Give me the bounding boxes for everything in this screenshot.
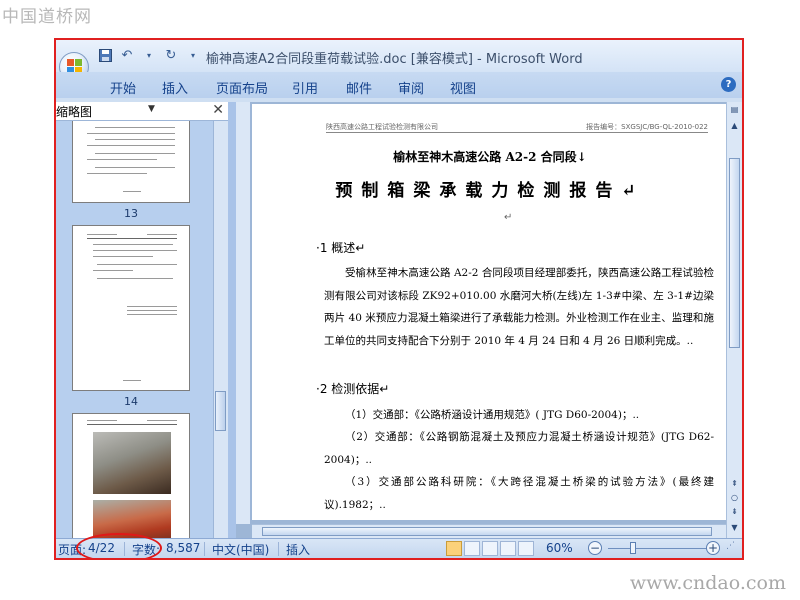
help-icon[interactable]: ? <box>721 77 736 92</box>
tab-references[interactable]: 引用 <box>292 78 318 97</box>
vertical-scrollbar[interactable]: ▤ ▲ ⇞ ○ ⇟ ▼ <box>726 102 742 538</box>
reference-item-2: （2）交通部：《公路钢筋混凝土及预应力混凝土桥涵设计规范》(JTG D62-20… <box>324 431 714 466</box>
customize-toolbar-icon[interactable]: ▾ <box>184 47 202 63</box>
zoom-slider-track[interactable] <box>608 548 708 549</box>
page-thumbnail-15[interactable] <box>72 413 190 544</box>
close-icon[interactable]: ✕ <box>212 102 224 118</box>
word-count-value[interactable]: 8,587 <box>166 541 200 555</box>
tab-mailings[interactable]: 邮件 <box>346 78 372 97</box>
page-header-left: 陕西高速公路工程试验检测有限公司 <box>326 123 438 131</box>
page-thumbnail-13[interactable] <box>72 121 190 203</box>
save-icon[interactable] <box>96 47 114 63</box>
section-2-title: ·2 检测依据↵ <box>316 382 390 396</box>
zoom-in-icon[interactable]: + <box>706 541 720 555</box>
thumbnail-scrollbar[interactable] <box>213 121 228 538</box>
thumbnail-label: 13 <box>124 207 138 220</box>
document-page[interactable]: 陕西高速公路工程试验检测有限公司 报告编号：SXGSJC/BG-QL-2010-… <box>252 104 728 520</box>
tab-page-layout[interactable]: 页面布局 <box>216 78 268 97</box>
page-header-right: 报告编号：SXGSJC/BG-QL-2010-022 <box>586 123 708 131</box>
outline-view-icon[interactable] <box>500 541 516 556</box>
tab-view[interactable]: 视图 <box>450 78 476 97</box>
word-window: ↶ ▾ ↻ ▾ 榆神高速A2合同段重荷载试验.doc [兼容模式] - Micr… <box>54 38 744 560</box>
zoom-slider-thumb[interactable] <box>630 542 636 554</box>
title-bar: ↶ ▾ ↻ ▾ 榆神高速A2合同段重荷载试验.doc [兼容模式] - Micr… <box>56 40 742 72</box>
draft-view-icon[interactable] <box>518 541 534 556</box>
chevron-down-icon[interactable]: ▾ <box>140 47 158 63</box>
scroll-thumb[interactable] <box>262 527 712 536</box>
reference-item-1: （1）交通部：《公路桥涵设计通用规范》( JTG D60-2004)；.. <box>345 409 640 421</box>
header-rule <box>326 132 708 133</box>
thumbnail-list: 13 14 <box>56 121 228 544</box>
zoom-out-icon[interactable]: − <box>588 541 602 555</box>
scroll-up-icon[interactable]: ▲ <box>729 120 740 131</box>
tab-home[interactable]: 开始 <box>110 78 136 97</box>
ruler-toggle-icon[interactable]: ▤ <box>729 104 740 115</box>
watermark-top: 中国道桥网 <box>2 7 92 27</box>
thumbnail-photo <box>93 432 171 494</box>
chevron-down-icon[interactable]: ▼ <box>148 104 155 114</box>
thumbnail-pane: 缩略图 ▼ ✕ 13 14 <box>56 102 228 544</box>
print-layout-view-icon[interactable] <box>446 541 462 556</box>
redo-icon[interactable]: ↻ <box>162 47 180 63</box>
tab-insert[interactable]: 插入 <box>162 78 188 97</box>
section-1-paragraph: 受榆林至神木高速公路 A2-2 合同段项目经理部委托，陕西高速公路工程试验检测有… <box>324 267 714 347</box>
select-browse-object-icon[interactable]: ○ <box>729 492 740 503</box>
resize-grip-icon[interactable]: ⋰ <box>726 541 735 551</box>
language-indicator[interactable]: 中文(中国) <box>212 541 269 558</box>
scroll-down-icon[interactable]: ▼ <box>729 522 740 533</box>
web-layout-view-icon[interactable] <box>482 541 498 556</box>
watermark-bottom: www.cndao.com <box>629 572 786 594</box>
document-heading-2: 预制箱梁承载力检测报告↵ <box>335 181 645 201</box>
document-heading-1: 榆林至神木高速公路 A2-2 合同段↓ <box>393 150 587 164</box>
status-bar: 页面: 4/22 字数: 8,587 中文(中国) 插入 60% − + ⋰ <box>56 533 742 558</box>
annotation-circle <box>76 533 162 558</box>
tab-review[interactable]: 审阅 <box>398 78 424 97</box>
reference-item-3: （3）交通部公路科研院：《大跨径混凝土桥梁的试验方法》(最终建议).1982；.… <box>324 476 714 511</box>
previous-page-icon[interactable]: ⇞ <box>729 478 740 489</box>
undo-icon[interactable]: ↶ <box>118 47 136 63</box>
full-screen-reading-view-icon[interactable] <box>464 541 480 556</box>
thumbnail-label: 14 <box>124 395 138 408</box>
paragraph-mark: ↵ <box>504 212 513 223</box>
thumbnail-pane-title: 缩略图 <box>56 105 93 119</box>
ribbon-tabs: 开始 插入 页面布局 引用 邮件 审阅 视图 ? <box>56 72 742 98</box>
quick-access-toolbar: ↶ ▾ ↻ ▾ <box>96 46 202 64</box>
section-1-title: ·1 概述↵ <box>316 241 366 255</box>
next-page-icon[interactable]: ⇟ <box>729 506 740 517</box>
thumbnail-pane-header: 缩略图 ▼ ✕ <box>56 102 228 121</box>
pane-splitter[interactable] <box>228 102 236 538</box>
zoom-level[interactable]: 60% <box>546 541 573 555</box>
horizontal-scrollbar[interactable] <box>252 524 726 539</box>
insert-mode-indicator[interactable]: 插入 <box>286 541 310 558</box>
page-thumbnail-14[interactable] <box>72 225 190 391</box>
scroll-thumb[interactable] <box>215 391 226 431</box>
vertical-ruler <box>236 102 251 524</box>
scroll-thumb[interactable] <box>729 158 740 348</box>
window-title: 榆神高速A2合同段重荷载试验.doc [兼容模式] - Microsoft Wo… <box>206 52 583 67</box>
